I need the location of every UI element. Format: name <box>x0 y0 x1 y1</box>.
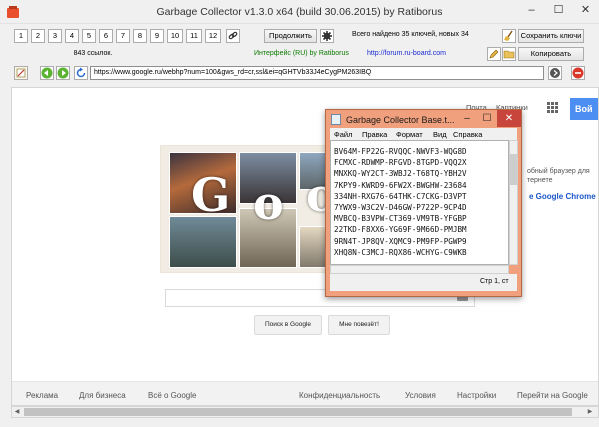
stop-button[interactable] <box>571 66 585 80</box>
key-line: 7KPY9-KWRD9-6FW2X-BWGHW-23684 <box>334 180 467 190</box>
menu-format[interactable]: Формат <box>396 130 423 139</box>
notepad-minimize-button[interactable]: – <box>457 110 477 127</box>
notepad-text-area[interactable]: BV64M-FP22G-RVQQC-NWVF3-WQG8D FCMXC-RDWMP… <box>330 140 509 265</box>
page-button-6[interactable]: 6 <box>99 29 113 43</box>
menu-file[interactable]: Файл <box>334 130 352 139</box>
continue-button[interactable]: Продолжить <box>264 29 317 43</box>
footer-privacy-link[interactable]: Конфиденциальность <box>299 391 380 400</box>
footer-business-link[interactable]: Для бизнеса <box>79 391 126 400</box>
stop-icon <box>572 67 584 79</box>
refresh-button[interactable] <box>74 66 88 80</box>
doodle-letter-g: G <box>191 168 231 222</box>
google-search-button[interactable]: Поиск в Google <box>254 315 322 335</box>
key-line: 334NH-RXG76-64THK-C7CKG-D3VPT <box>334 191 467 201</box>
link-button[interactable] <box>226 29 240 43</box>
go-button[interactable] <box>548 66 562 80</box>
chrome-promo-link[interactable]: e Google Chrome <box>529 192 596 201</box>
forward-button[interactable] <box>56 66 70 80</box>
footer-settings-link[interactable]: Настройки <box>457 391 496 400</box>
scroll-thumb[interactable] <box>24 408 572 416</box>
page-button-5[interactable]: 5 <box>82 29 96 43</box>
page-button-9[interactable]: 9 <box>150 29 164 43</box>
edit-button[interactable] <box>487 47 501 61</box>
edit-page-icon <box>16 68 26 78</box>
refresh-icon <box>76 67 86 78</box>
apps-grid-icon[interactable] <box>547 102 558 113</box>
interface-credit: Интерфейс (RU) by Ratiborus <box>254 50 349 57</box>
page-button-12[interactable]: 12 <box>205 29 221 43</box>
forum-link[interactable]: http://forum.ru-board.com <box>367 50 446 57</box>
copy-button[interactable]: Копировать <box>518 47 584 61</box>
page-button-3[interactable]: 3 <box>48 29 62 43</box>
key-line: 7YWX9-W3C2V-D46GW-P722P-9CP4D <box>334 203 467 213</box>
bookmark-button[interactable] <box>14 66 28 80</box>
page-button-11[interactable]: 11 <box>186 29 202 43</box>
arrow-right-icon <box>57 67 69 79</box>
feeling-lucky-button[interactable]: Мне повезёт! <box>328 315 390 335</box>
pencil-icon <box>489 49 499 59</box>
menu-help[interactable]: Справка <box>453 130 482 139</box>
page-button-2[interactable]: 2 <box>31 29 45 43</box>
notepad-menubar: Файл Правка Формат Вид Справка <box>330 128 517 140</box>
key-line: XHQ8N-C3MCJ-RQX86-WCHYG-C9WKB <box>334 247 467 257</box>
folder-icon <box>503 50 515 59</box>
key-line: MVBCQ-B3VPW-CT369-VM9TB-YFGBP <box>334 214 467 224</box>
key-line: MNXKQ-WY2CT-3WBJ2-T68TQ-YBH2V <box>334 169 467 179</box>
notepad-scroll-thumb[interactable] <box>510 154 517 185</box>
settings-button[interactable] <box>320 29 334 43</box>
promo-line-2: тернете <box>527 177 553 184</box>
key-line: BV64M-FP22G-RVQQC-NWVF3-WQG8D <box>334 147 467 156</box>
scroll-right-icon[interactable]: ▶ <box>585 407 595 417</box>
page-button-7[interactable]: 7 <box>116 29 130 43</box>
notepad-maximize-button[interactable]: ☐ <box>477 110 497 127</box>
chrome-promo-text: обный браузер для тернете <box>527 167 590 185</box>
clear-button[interactable] <box>502 29 516 43</box>
minimize-button[interactable]: – <box>518 0 545 20</box>
footer-about-link[interactable]: Всё о Google <box>148 391 196 400</box>
doodle-letter-o1: o <box>253 176 284 230</box>
broom-icon <box>504 30 513 41</box>
page-button-10[interactable]: 10 <box>167 29 183 43</box>
footer-goto-google-link[interactable]: Перейти на Google <box>517 391 588 400</box>
save-keys-button[interactable]: Сохранить ключи <box>518 29 584 43</box>
signin-button[interactable]: Вой <box>570 98 598 120</box>
page-button-1[interactable]: 1 <box>14 29 28 43</box>
notepad-statusbar: Стр 1, ст <box>330 274 517 291</box>
window-title: Garbage Collector v1.3.0 x64 (build 30.0… <box>156 6 443 18</box>
key-line: FCMXC-RDWMP-RFGVD-8TGPD-VQQ2X <box>334 158 467 168</box>
menu-edit[interactable]: Правка <box>362 130 387 139</box>
footer-terms-link[interactable]: Условия <box>405 391 436 400</box>
promo-line-1: обный браузер для <box>527 168 590 175</box>
links-count: 843 ссылок. <box>73 50 113 57</box>
notepad-icon <box>331 114 341 125</box>
back-button[interactable] <box>40 66 54 80</box>
key-line: 9RN4T-JP8QV-XQMC9-PM9FP-PGWP9 <box>334 236 467 246</box>
cursor-position: Стр 1, ст <box>480 278 509 285</box>
notepad-close-button[interactable]: ✕ <box>497 110 521 127</box>
go-arrow-icon <box>550 68 560 78</box>
page-button-8[interactable]: 8 <box>133 29 147 43</box>
arrow-left-icon <box>41 67 53 79</box>
notepad-horizontal-scrollbar[interactable] <box>330 265 509 274</box>
notepad-title: Garbage Collector Base.t... <box>346 115 455 125</box>
found-keys-status: Всего найдено 35 ключей, новых 34 <box>352 31 469 38</box>
url-input[interactable]: https://www.google.ru/webhp?num=100&gws_… <box>90 66 544 80</box>
page-button-4[interactable]: 4 <box>65 29 79 43</box>
scroll-left-icon[interactable]: ◀ <box>12 407 22 417</box>
close-button[interactable]: ✕ <box>572 0 599 20</box>
gear-icon <box>322 31 332 41</box>
footer-ads-link[interactable]: Реклама <box>26 391 58 400</box>
menu-view[interactable]: Вид <box>433 130 447 139</box>
chain-link-icon <box>228 31 238 40</box>
folder-button[interactable] <box>502 47 516 61</box>
maximize-button[interactable]: ☐ <box>545 0 572 20</box>
key-line: 22TKD-F8XX6-YG69F-9M66D-PMJBM <box>334 225 467 235</box>
doodle-photo-2 <box>169 216 237 268</box>
